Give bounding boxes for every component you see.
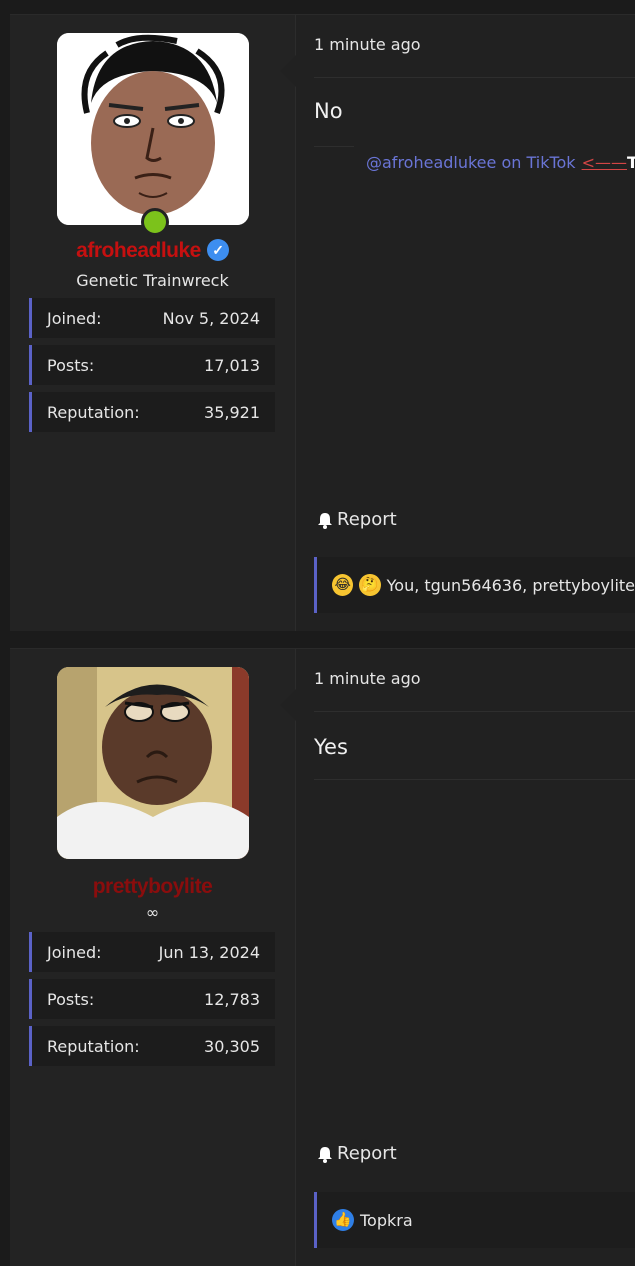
report-label[interactable]: Report: [337, 1143, 397, 1164]
report-button[interactable]: Report: [316, 509, 397, 530]
username-text[interactable]: afroheadluke: [76, 239, 201, 262]
post-message: No: [314, 99, 343, 123]
avatar-drawing: [57, 33, 249, 225]
stat-value: 17,013: [204, 355, 260, 375]
reactions-users[interactable]: Topkra: [360, 1211, 413, 1230]
signature-link[interactable]: @afroheadlukee on TikTok: [366, 153, 576, 172]
username[interactable]: prettyboylite: [10, 875, 295, 899]
stat-value: Nov 5, 2024: [162, 308, 260, 328]
post: prettyboylite ∞ Joined: Jun 13, 2024 Pos…: [10, 648, 635, 1266]
divider: [314, 711, 635, 712]
post-timestamp[interactable]: 1 minute ago: [314, 669, 421, 688]
post-message: Yes: [314, 735, 348, 759]
avatar-drawing: [57, 667, 249, 859]
verified-badge-icon: ✓: [206, 239, 229, 261]
stat-reputation: Reputation: 35,921: [29, 392, 275, 432]
joy-emoji-icon: 😂: [332, 574, 354, 596]
reactions-bar[interactable]: 😂 🤔 You, tgun564636, prettyboylite: [314, 557, 635, 613]
signature-divider: [314, 146, 354, 147]
post-content: 1 minute ago Yes Report 👍 Topkra: [280, 649, 635, 1266]
stat-joined: Joined: Nov 5, 2024: [29, 298, 275, 338]
avatar[interactable]: [57, 33, 249, 225]
user-title: Genetic Trainwreck: [76, 271, 229, 290]
online-status-indicator: [141, 208, 169, 236]
stat-value: 35,921: [204, 402, 260, 422]
stat-label: Posts:: [47, 989, 95, 1009]
divider: [314, 779, 635, 780]
stat-label: Joined:: [47, 308, 102, 328]
stat-value: 30,305: [204, 1036, 260, 1056]
thumbs-up-icon: 👍: [332, 1209, 354, 1231]
post-content: 1 minute ago No @afroheadlukee on TikTok…: [280, 15, 635, 631]
post: afroheadluke ✓ Genetic Trainwreck Joined:…: [10, 14, 635, 631]
post-arrow: [280, 689, 296, 721]
stat-label: Reputation:: [47, 1036, 140, 1056]
stat-label: Posts:: [47, 355, 95, 375]
bell-icon: [318, 1146, 332, 1163]
user-title: ∞: [145, 903, 160, 922]
stat-posts: Posts: 12,783: [29, 979, 275, 1019]
post-arrow: [280, 55, 296, 87]
username[interactable]: afroheadluke ✓: [10, 239, 295, 263]
stat-reputation: Reputation: 30,305: [29, 1026, 275, 1066]
stat-joined: Joined: Jun 13, 2024: [29, 932, 275, 972]
report-button[interactable]: Report: [316, 1143, 397, 1164]
signature-arrow[interactable]: <——: [582, 153, 627, 172]
user-info-column: afroheadluke ✓ Genetic Trainwreck Joined:…: [10, 15, 296, 631]
stat-label: Joined:: [47, 942, 102, 962]
thinking-emoji-icon: 🤔: [359, 574, 381, 596]
report-label[interactable]: Report: [337, 509, 397, 530]
signature-text: Th: [626, 153, 635, 172]
post-timestamp[interactable]: 1 minute ago: [314, 35, 421, 54]
avatar[interactable]: [57, 667, 249, 859]
stat-label: Reputation:: [47, 402, 140, 422]
stat-value: Jun 13, 2024: [158, 942, 260, 962]
user-info-column: prettyboylite ∞ Joined: Jun 13, 2024 Pos…: [10, 649, 296, 1266]
stat-value: 12,783: [204, 989, 260, 1009]
bell-icon: [318, 512, 332, 529]
reactions-users[interactable]: You, tgun564636, prettyboylite: [387, 576, 635, 595]
reactions-bar[interactable]: 👍 Topkra: [314, 1192, 635, 1248]
divider: [314, 77, 635, 78]
signature: @afroheadlukee on TikTok <——Th: [366, 153, 635, 172]
stat-posts: Posts: 17,013: [29, 345, 275, 385]
